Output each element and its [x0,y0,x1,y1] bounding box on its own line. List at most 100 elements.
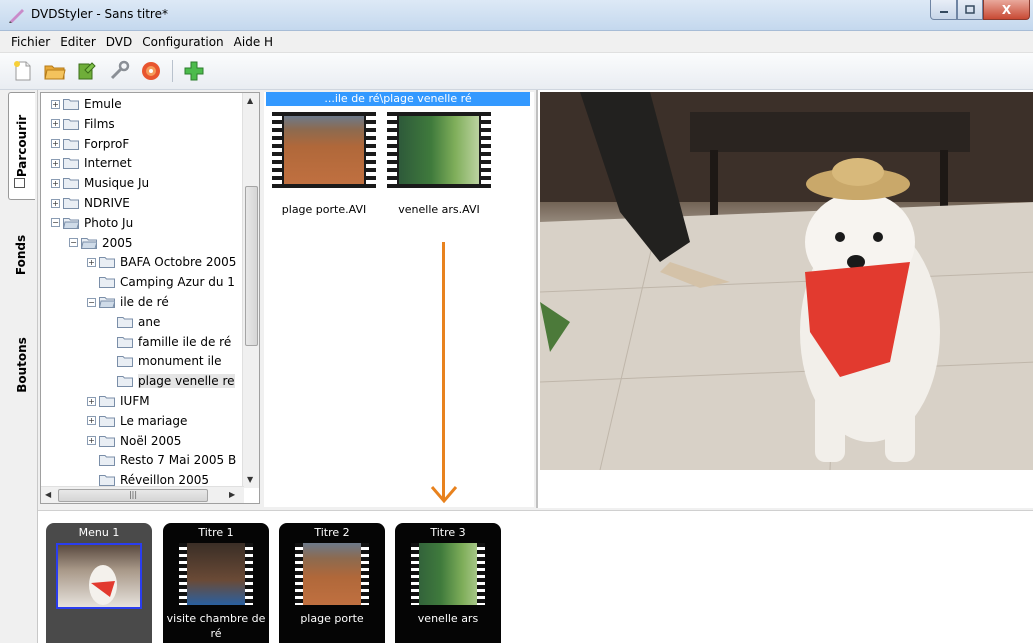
tree-item-label: ile de ré [120,295,169,309]
close-button[interactable]: X [983,0,1030,20]
title-card[interactable]: Titre 3 venelle ars [395,523,501,643]
tab-parcourir-label: Parcourir [15,114,29,178]
tree-item[interactable]: famille ile de ré [105,332,231,352]
collapse-icon[interactable]: − [51,218,60,228]
folder-tree[interactable]: + Emule + Films + ForproF + Internet + Musique Ju… [40,92,260,504]
save-icon [78,62,96,80]
menu-configuration[interactable]: Configuration [137,31,228,53]
tree-item[interactable]: − ile de ré [87,292,169,312]
maximize-icon [965,5,975,14]
close-icon: X [1001,2,1012,17]
film-strip-left [272,112,282,188]
tab-fonds-label: Fonds [14,234,29,276]
tree-item[interactable]: + Noël 2005 [87,431,181,451]
beach-thumbnail-image [284,116,364,184]
scroll-up-icon[interactable]: ▲ [247,96,253,105]
folder-icon [63,178,79,190]
scroll-down-icon[interactable]: ▼ [247,475,253,484]
collapse-icon[interactable]: − [87,297,96,307]
tree-item[interactable]: monument ile [105,351,222,371]
folder-open-icon [81,237,97,249]
collapse-icon[interactable]: − [69,238,78,248]
tree-item[interactable]: − 2005 [69,233,133,253]
tree-item[interactable]: + Le mariage [87,411,187,431]
settings-icon [110,60,130,80]
toolbar-separator [172,60,173,82]
tree-item[interactable]: + Films [51,114,115,134]
browse-tab-icon [14,178,25,188]
tree-horizontal-scrollbar[interactable]: ◀ ||| ▶ [41,486,244,503]
tree-item[interactable]: plage venelle re [105,371,235,391]
expand-icon[interactable]: + [51,119,60,129]
menu-editer[interactable]: Editer [55,31,101,53]
file-name[interactable]: plage porte.AVI [269,203,379,216]
menu-dvd[interactable]: DVD [101,31,137,53]
save-button[interactable] [74,58,100,84]
tree-item[interactable]: Camping Azur du 1 [87,272,235,292]
folder-icon [99,475,115,487]
tree-item[interactable]: ane [105,312,160,332]
expand-icon[interactable]: + [51,139,60,149]
tree-item-label: Musique Ju [84,176,150,191]
scroll-left-icon[interactable]: ◀ [45,490,51,499]
film-strip-right [245,543,253,605]
expand-icon[interactable]: + [51,198,60,208]
tree-item-label: ForproF [84,136,130,151]
menu-card[interactable]: Menu 1 [46,523,152,643]
minimize-icon [939,10,948,13]
tree-item[interactable]: + Internet [51,153,132,173]
tree-item[interactable]: + Musique Ju [51,173,149,193]
dvdstyler-window: DVDStyler - Sans titre* X Fichier Editer… [0,0,1033,643]
tree-item[interactable]: Resto 7 Mai 2005 B [87,450,236,470]
film-strip-right [477,543,485,605]
expand-icon[interactable]: + [87,436,96,446]
preview-photo [539,92,1033,471]
current-path: ...ile de ré\plage venelle ré [266,92,530,106]
file-thumbnail[interactable] [272,112,376,188]
menu-thumbnail [56,543,142,609]
app-icon [9,9,24,23]
title-card[interactable]: Titre 1 visite chambre de ré [163,523,269,643]
expand-icon[interactable]: + [87,396,96,406]
folder-icon [63,118,79,130]
minimize-button[interactable] [930,0,957,20]
expand-icon[interactable]: + [87,416,96,426]
expand-icon[interactable]: + [51,158,60,168]
maximize-button[interactable] [957,0,983,20]
alley-thumbnail-image [399,116,479,184]
tab-fonds[interactable]: Fonds [8,220,35,290]
folder-icon [99,257,115,269]
scroll-right-icon[interactable]: ▶ [229,490,235,499]
expand-icon[interactable]: + [87,257,96,267]
file-thumbnail[interactable] [387,112,491,188]
menu-aide[interactable]: Aide H [229,31,278,53]
menu-fichier[interactable]: Fichier [6,31,55,53]
tree-vertical-scrollbar[interactable]: ▲ ▼ [242,93,259,488]
tree-item[interactable]: + NDRIVE [51,193,130,213]
tree-item-label: 2005 [102,235,133,250]
expand-icon[interactable]: + [51,99,60,109]
tree-scroll-thumb[interactable] [245,186,258,346]
file-name[interactable]: venelle ars.AVI [384,203,494,216]
tree-item[interactable]: + Emule [51,94,122,114]
tree-item[interactable]: + IUFM [87,391,150,411]
dog-photo-illustration [539,92,1033,471]
tree-item[interactable]: + ForproF [51,134,129,154]
add-button[interactable] [181,58,207,84]
title-card[interactable]: Titre 2 plage porte [279,523,385,643]
add-icon [184,61,204,81]
open-button[interactable] [42,58,68,84]
tree-item-label: BAFA Octobre 2005 [120,255,237,270]
burn-button[interactable] [138,58,164,84]
tab-boutons[interactable]: Boutons [8,320,35,410]
film-strip-left [411,543,419,605]
new-button[interactable] [10,58,36,84]
expand-icon[interactable]: + [51,178,60,188]
tree-hscroll-thumb[interactable]: ||| [58,489,208,502]
folder-icon [99,396,115,407]
tree-item[interactable]: − Photo Ju [51,213,133,233]
tree-item[interactable]: + BAFA Octobre 2005 [87,252,236,272]
folder-icon [117,336,133,348]
settings-button[interactable] [106,58,132,84]
